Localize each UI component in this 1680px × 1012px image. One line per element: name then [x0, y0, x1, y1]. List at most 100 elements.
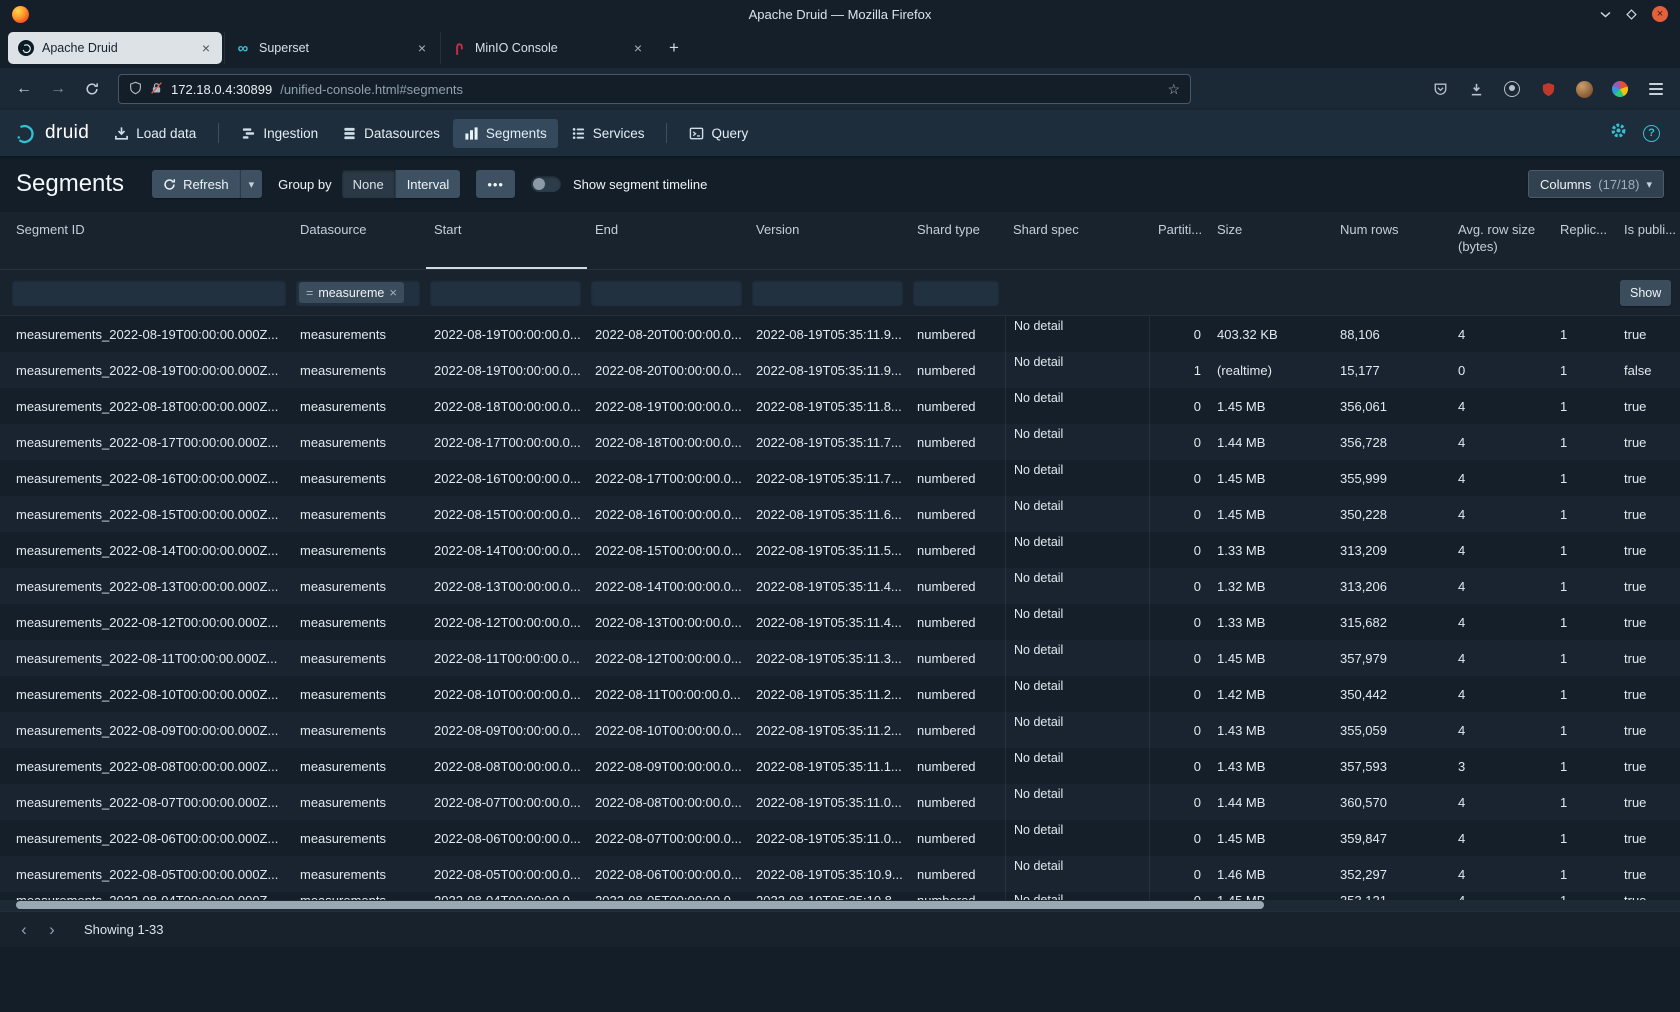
tab-close-icon[interactable]: × [632, 40, 644, 56]
table-row: measurements_2022-08-18T00:00:00.000Z...… [0, 388, 1680, 424]
table-row: measurements_2022-08-08T00:00:00.000Z...… [0, 748, 1680, 784]
titlebar: Apache Druid — Mozilla Firefox × [0, 0, 1680, 28]
filter-input-start[interactable] [430, 280, 581, 306]
maximize-icon[interactable] [1626, 9, 1637, 20]
settings-gear-icon[interactable] [1610, 122, 1627, 144]
cell-num-rows: 88,106 [1332, 316, 1450, 352]
cell-segment-id: measurements_2022-08-12T00:00:00.000Z... [8, 604, 292, 640]
filter-cell-partition [1150, 270, 1209, 315]
horizontal-scrollbar[interactable] [0, 900, 1680, 911]
profile-avatar-icon[interactable] [1570, 75, 1598, 103]
cell-datasource: measurements [292, 460, 426, 496]
column-header-avg-row-size[interactable]: Avg. row size (bytes) [1450, 212, 1552, 269]
filter-input-version[interactable] [752, 280, 903, 306]
cell-shard-spec: No detail [1005, 784, 1150, 820]
account-icon[interactable] [1498, 75, 1526, 103]
tab-superset[interactable]: ∞ Superset × [224, 32, 438, 64]
nav-item-query[interactable]: Query [678, 119, 759, 148]
tab-minio-console[interactable]: MinIO Console × [440, 32, 654, 64]
cell-size: 403.32 KB [1209, 316, 1332, 352]
column-header-segment-id[interactable]: Segment ID [8, 212, 292, 269]
cell-start: 2022-08-12T00:00:00.0... [426, 604, 587, 640]
cell-shard-type: numbered [909, 784, 1005, 820]
horizontal-scrollbar-thumb[interactable] [16, 901, 1264, 909]
column-header-datasource[interactable]: Datasource [292, 212, 426, 269]
cell-end: 2022-08-17T00:00:00.0... [587, 460, 748, 496]
cell-size: 1.45 MB [1209, 496, 1332, 532]
downloads-icon[interactable] [1462, 75, 1490, 103]
tracking-shield-icon[interactable] [129, 81, 142, 98]
segment-timeline-toggle[interactable] [531, 176, 561, 192]
column-header-shard-type[interactable]: Shard type [909, 212, 1005, 269]
cell-segment-id: measurements_2022-08-17T00:00:00.000Z... [8, 424, 292, 460]
group-by-interval-button[interactable]: Interval [395, 170, 461, 198]
menu-icon[interactable] [1642, 75, 1670, 103]
nav-separator [666, 123, 667, 143]
more-options-button[interactable]: ••• [476, 170, 515, 198]
pocket-icon[interactable] [1426, 75, 1454, 103]
column-header-size[interactable]: Size [1209, 212, 1332, 269]
page-background [0, 947, 1680, 1012]
column-header-num-rows[interactable]: Num rows [1332, 212, 1450, 269]
datasource-filter-chip[interactable]: =measureme× [299, 282, 404, 303]
cell-segment-id: measurements_2022-08-07T00:00:00.000Z... [8, 784, 292, 820]
minimize-icon[interactable] [1600, 11, 1611, 18]
nav-item-load-data[interactable]: Load data [103, 119, 207, 148]
next-page-button[interactable]: › [40, 918, 64, 942]
tab-apache-druid[interactable]: Apache Druid × [8, 32, 222, 64]
remove-filter-icon[interactable]: × [389, 285, 397, 300]
nav-item-services[interactable]: Services [560, 119, 656, 148]
cell-size: 1.45 MB [1209, 460, 1332, 496]
back-button[interactable]: ← [10, 75, 38, 103]
help-icon[interactable]: ? [1643, 125, 1660, 142]
filter-input-segment-id[interactable] [12, 280, 286, 306]
filter-input-end[interactable] [591, 280, 742, 306]
filter-cell-shard-spec [1005, 270, 1150, 315]
cell-start: 2022-08-18T00:00:00.0... [426, 388, 587, 424]
reload-button[interactable] [78, 75, 106, 103]
cell-num-rows: 356,061 [1332, 388, 1450, 424]
nav-item-segments[interactable]: Segments [453, 119, 558, 148]
druid-logo[interactable]: druid [12, 122, 101, 145]
column-header-partition[interactable]: Partiti... [1150, 212, 1209, 269]
cell-partition: 0 [1150, 640, 1209, 676]
column-header-is-published[interactable]: Is publi... [1616, 212, 1680, 269]
column-header-shard-spec[interactable]: Shard spec [1005, 212, 1150, 269]
cell-shard-type: numbered [909, 856, 1005, 892]
filter-input-datasource[interactable]: =measureme× [296, 280, 420, 306]
nav-item-datasources[interactable]: Datasources [331, 119, 451, 148]
cell-end: 2022-08-10T00:00:00.0... [587, 712, 748, 748]
tab-close-icon[interactable]: × [416, 40, 428, 56]
column-header-end[interactable]: End [587, 212, 748, 269]
is-published-filter-button[interactable]: Show [1620, 280, 1671, 306]
close-icon[interactable]: × [1652, 6, 1668, 22]
druid-favicon [18, 40, 34, 56]
cell-shard-type: numbered [909, 424, 1005, 460]
url-bar[interactable]: 172.18.0.4:30899/unified-console.html#se… [118, 74, 1191, 104]
cell-shard-type: numbered [909, 388, 1005, 424]
cell-is-published: true [1616, 856, 1680, 892]
group-by-none-button[interactable]: None [342, 170, 395, 198]
extensions-pinwheel-icon[interactable] [1606, 75, 1634, 103]
bookmark-star-icon[interactable]: ☆ [1167, 81, 1180, 98]
tab-close-icon[interactable]: × [200, 40, 212, 56]
refresh-button[interactable]: Refresh [152, 170, 240, 198]
insecure-lock-icon[interactable] [150, 81, 163, 98]
columns-button[interactable]: Columns (17/18) ▾ [1528, 170, 1664, 198]
column-header-replication[interactable]: Replic... [1552, 212, 1616, 269]
filter-input-shard-type[interactable] [913, 280, 999, 306]
column-header-start[interactable]: Start [426, 212, 587, 269]
previous-page-button[interactable]: ‹ [12, 918, 36, 942]
forward-button[interactable]: → [44, 75, 72, 103]
cell-datasource: measurements [292, 568, 426, 604]
new-tab-button[interactable]: + [660, 34, 688, 62]
cell-num-rows: 313,209 [1332, 532, 1450, 568]
cell-num-rows: 350,442 [1332, 676, 1450, 712]
cell-start: 2022-08-15T00:00:00.0... [426, 496, 587, 532]
ublock-origin-icon[interactable] [1534, 75, 1562, 103]
refresh-dropdown-button[interactable]: ▾ [240, 170, 263, 198]
cell-replication: 1 [1552, 568, 1616, 604]
nav-item-ingestion[interactable]: Ingestion [230, 119, 329, 148]
cell-num-rows: 359,847 [1332, 820, 1450, 856]
column-header-version[interactable]: Version [748, 212, 909, 269]
